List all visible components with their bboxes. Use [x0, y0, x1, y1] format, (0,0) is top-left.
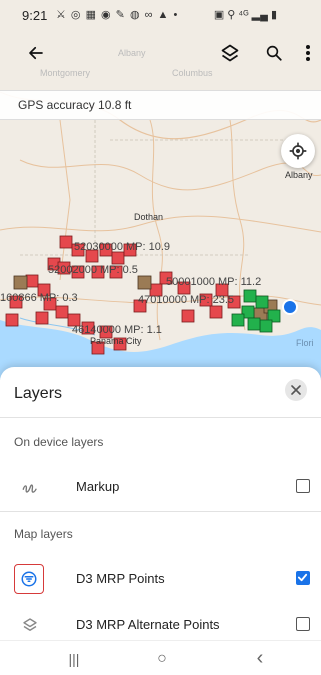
map-town-panama-city: Panama City: [90, 336, 142, 346]
layer-checkbox-checked[interactable]: [296, 571, 310, 585]
more-options-button[interactable]: [290, 30, 321, 76]
marker-label: 52030000 MP: 10.9: [74, 241, 171, 253]
close-button[interactable]: [285, 379, 307, 401]
close-icon: [291, 385, 301, 395]
status-time: 9:21: [22, 8, 48, 23]
layers-icon: [221, 44, 239, 62]
map-town-dothan: Dothan: [134, 212, 164, 222]
status-bar: 9:21 ⚔ ◎ ▦ ◉ ✎ ◍ ∞ ▲ • ▣ ⚲ ⁴ᴳ ▂▄ ▮: [0, 0, 321, 30]
layers-button[interactable]: [212, 30, 248, 76]
marker-label: 47010000 MP: 23.5: [138, 294, 235, 306]
marker-label: 160866 MP: 0.3: [0, 292, 78, 304]
layer-row-d3-mrp-points[interactable]: D3 MRP Points: [0, 559, 321, 599]
layer-label: Markup: [76, 479, 120, 494]
layers-sheet: Layers On device layers Markup Map layer…: [0, 367, 321, 675]
markup-icon: [18, 475, 42, 499]
system-status-icons: ▣ ⚲ ⁴ᴳ ▂▄ ▮: [213, 9, 277, 21]
layer-row-d3-mrp-alternate-points[interactable]: D3 MRP Alternate Points: [0, 605, 321, 645]
back-button[interactable]: [18, 30, 54, 76]
marker-label: 50001000 MP: 11.2: [166, 276, 262, 288]
sheet-title: Layers: [14, 385, 63, 402]
layer-icon: [18, 613, 42, 637]
search-button[interactable]: [256, 30, 292, 76]
home-button[interactable]: ○: [142, 641, 182, 675]
more-vert-icon: [306, 45, 310, 61]
layer-label: D3 MRP Alternate Points: [76, 617, 220, 632]
app-bar: [0, 30, 321, 76]
arrow-left-icon: [29, 46, 43, 60]
gps-accuracy-text: GPS accuracy 10.8 ft: [18, 98, 132, 112]
layer-row-markup[interactable]: Markup: [0, 467, 321, 507]
marker-label: 52002000 MP: 0.5: [48, 264, 138, 276]
system-nav-bar: ||| ○ ‹: [0, 640, 321, 675]
layer-label: D3 MRP Points: [76, 571, 165, 586]
map-town-florida: Flori: [296, 338, 314, 348]
search-icon: [266, 45, 282, 61]
map-town-albany: Albany: [285, 170, 313, 180]
recents-button[interactable]: |||: [54, 641, 94, 675]
filter-icon[interactable]: [17, 567, 41, 591]
divider: [0, 417, 321, 418]
layer-checkbox[interactable]: [296, 617, 310, 631]
section-on-device-layers: On device layers: [14, 435, 104, 449]
gps-accuracy-bar: GPS accuracy 10.8 ft: [0, 90, 321, 120]
marker-label: 46140000 MP: 1.1: [72, 324, 162, 336]
phone-screen: Montgomery Columbus Albany Albany Dothan…: [0, 0, 321, 675]
my-location-button[interactable]: [281, 134, 315, 168]
notification-icons: ⚔ ◎ ▦ ◉ ✎ ◍ ∞ ▲ •: [56, 9, 179, 21]
divider: [0, 511, 321, 512]
my-location-icon: [289, 142, 307, 160]
section-map-layers: Map layers: [14, 527, 73, 541]
check-icon: [297, 573, 308, 582]
back-nav-button[interactable]: ‹: [240, 641, 280, 675]
layer-checkbox[interactable]: [296, 479, 310, 493]
